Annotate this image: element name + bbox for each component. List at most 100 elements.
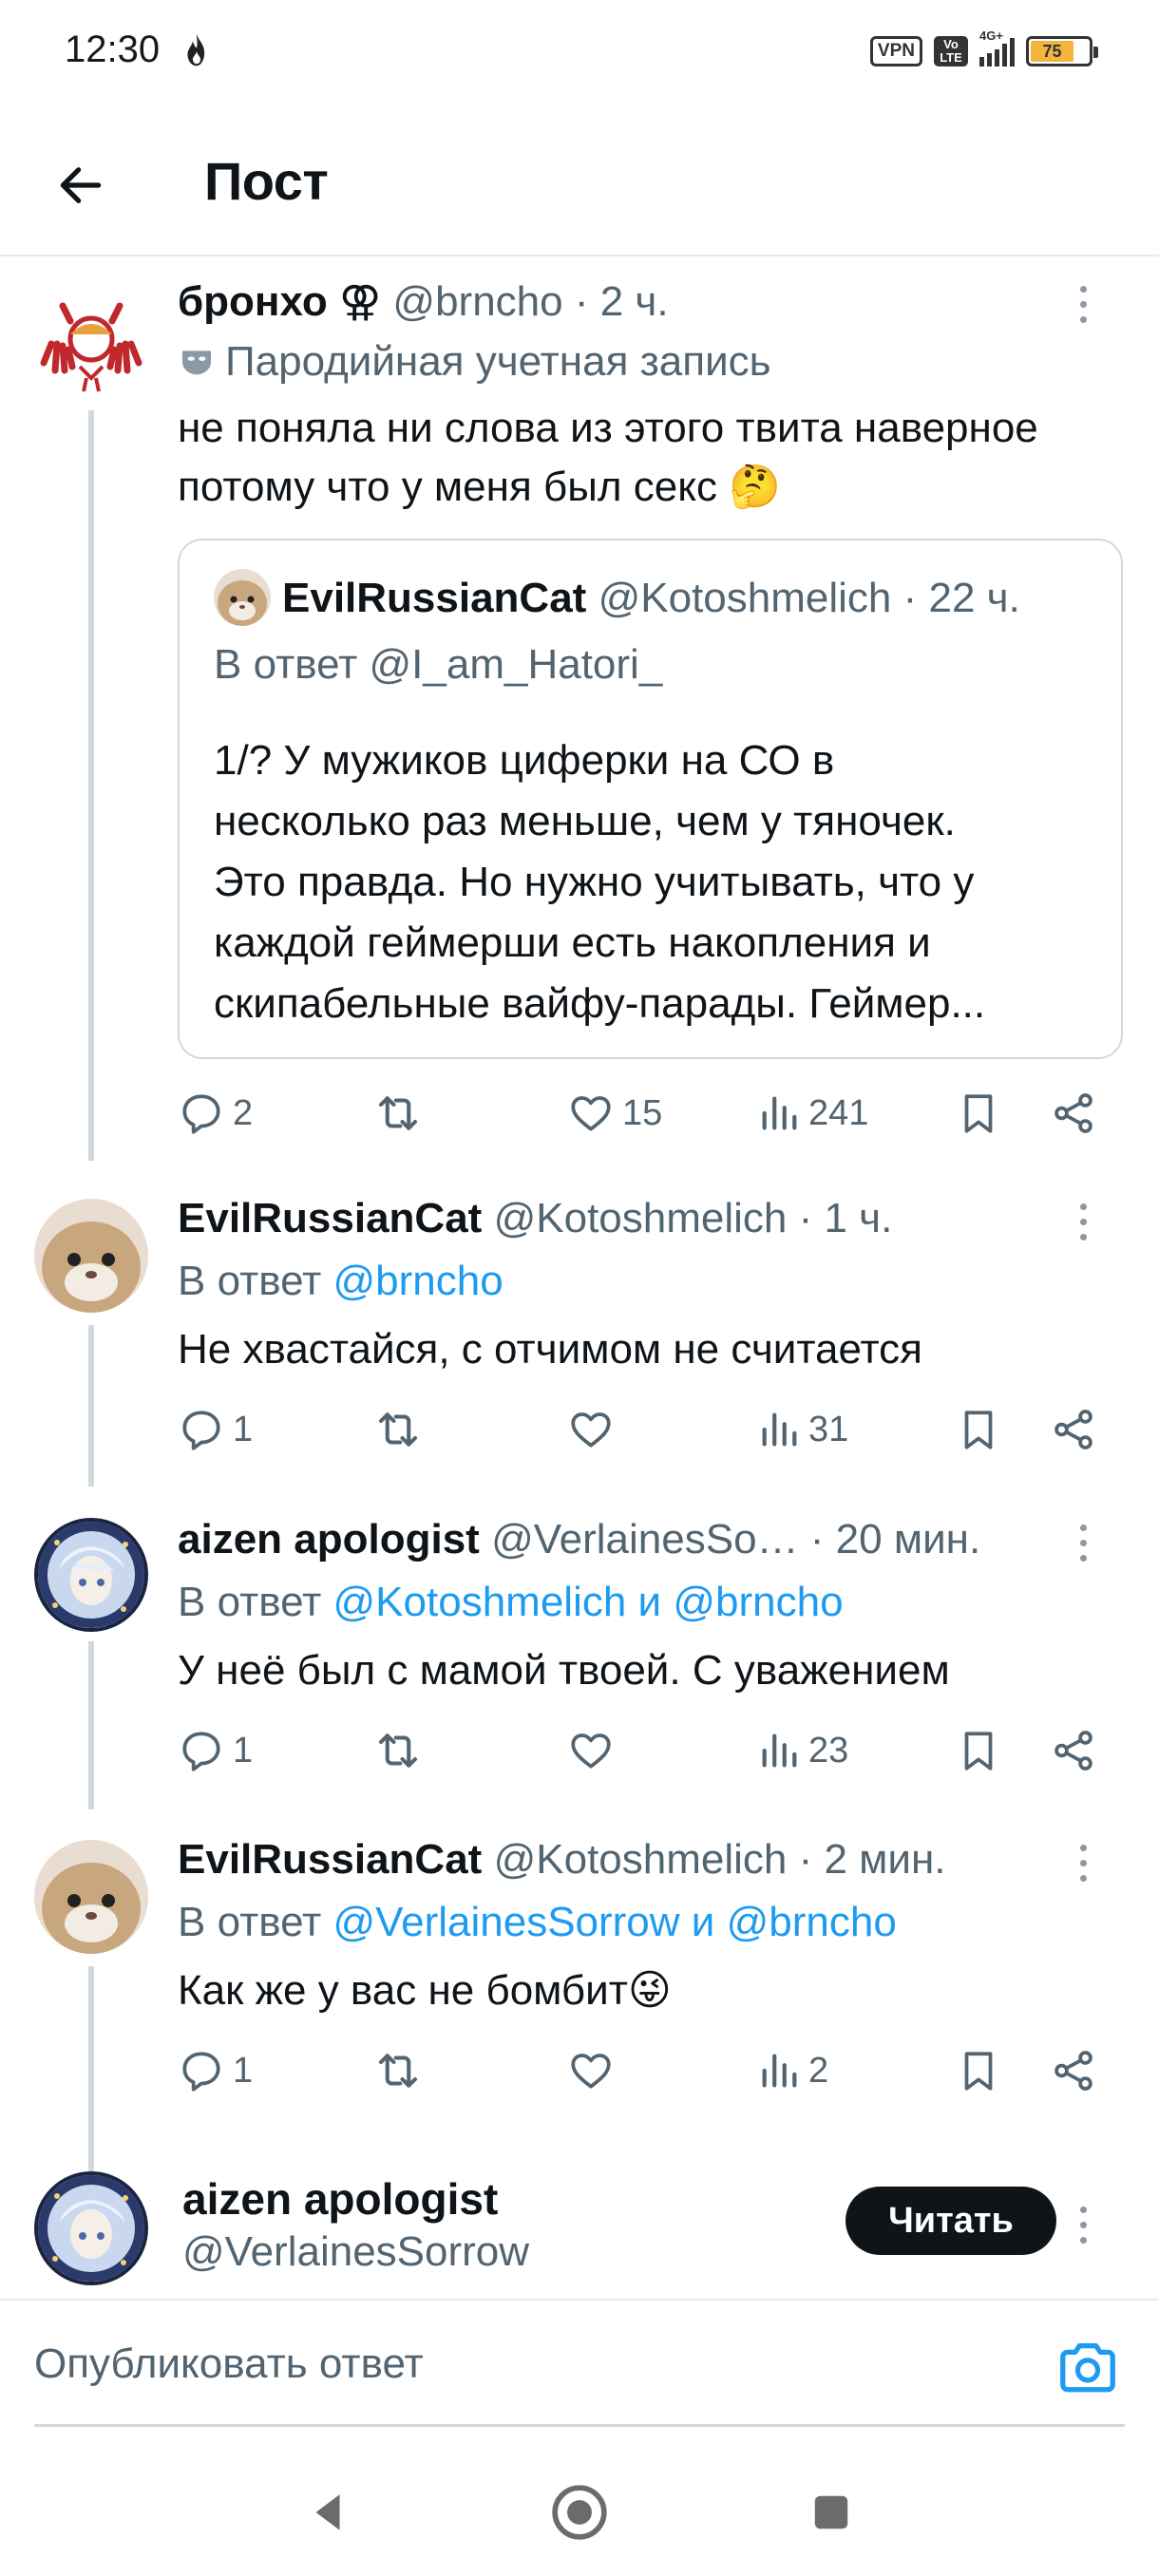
views-count: 23 xyxy=(808,1730,849,1771)
quote-header: EvilRussianCat @Kotoshmelich · 22 ч. xyxy=(282,575,1098,622)
back-button[interactable] xyxy=(48,152,114,218)
parody-label: Пародийная учетная запись xyxy=(178,338,771,386)
reply-button[interactable]: 1 xyxy=(178,1722,253,1779)
system-nav-bar xyxy=(0,2451,1159,2576)
user-handle[interactable]: @Kotoshmelich xyxy=(494,1195,788,1241)
tweet-actions: 1 31 xyxy=(178,1401,1102,1458)
nav-home-button[interactable] xyxy=(546,2479,613,2546)
quote-text-line: 1/? У мужиков циферки на СО в xyxy=(214,737,835,784)
reply-mention-link[interactable]: @Kotoshmelich и @brncho xyxy=(333,1579,844,1625)
quote-display-name: EvilRussianCat xyxy=(282,575,587,621)
views-button[interactable]: 2 xyxy=(757,2042,828,2099)
parody-label-text: Пародийная учетная запись xyxy=(225,338,771,385)
reply-mention-link[interactable]: @VerlainesSorrow и @brncho xyxy=(333,1899,897,1945)
like-button[interactable] xyxy=(567,1722,622,1779)
retweet-icon xyxy=(378,1733,418,1768)
avatar-image xyxy=(34,287,148,401)
share-button[interactable] xyxy=(1050,2042,1097,2099)
display-name[interactable]: EvilRussianCat xyxy=(178,1195,482,1241)
main-tweet[interactable]: бронхо ⚢ @brncho · 2 ч. Пародийная учетн… xyxy=(0,258,1159,1161)
timestamp: · 1 ч. xyxy=(798,1195,893,1241)
reply-tweet[interactable]: EvilRussianCat @Kotoshmelich · 1 ч. В от… xyxy=(0,1168,1159,1487)
like-button[interactable] xyxy=(567,2042,622,2099)
tweet-header: EvilRussianCat @Kotoshmelich · 2 мин. xyxy=(178,1836,1054,1884)
avatar[interactable] xyxy=(34,1518,148,1632)
camera-button[interactable] xyxy=(1054,2335,1121,2401)
display-name[interactable]: бронхо ⚢ xyxy=(178,278,381,325)
share-button[interactable] xyxy=(1050,1722,1097,1779)
views-button[interactable]: 23 xyxy=(757,1722,848,1779)
views-button[interactable]: 241 xyxy=(757,1085,868,1142)
user-handle[interactable]: @Kotoshmelich xyxy=(494,1836,788,1883)
like-button[interactable] xyxy=(567,1401,622,1458)
more-options-button[interactable] xyxy=(1072,2196,1094,2253)
reply-button[interactable]: 1 xyxy=(178,2042,253,2099)
timestamp: · 2 мин. xyxy=(798,1836,946,1883)
more-options-button[interactable] xyxy=(1072,275,1094,332)
retweet-icon xyxy=(378,1412,418,1447)
reply-count: 1 xyxy=(233,2050,254,2091)
views-icon xyxy=(762,1733,797,1768)
display-name[interactable]: aizen apologist xyxy=(178,1516,480,1563)
reply-context: В ответ @VerlainesSorrow и @brncho xyxy=(178,1899,897,1946)
retweet-button[interactable] xyxy=(372,1722,431,1779)
mask-icon xyxy=(182,350,211,375)
profile-user-handle[interactable]: @VerlainesSorrow xyxy=(182,2228,529,2276)
reply-button[interactable]: 1 xyxy=(178,1401,253,1458)
tweet-text: не поняла ни слова из этого твита наверн… xyxy=(178,399,1102,517)
thread-line xyxy=(88,1325,94,1487)
reply-input[interactable]: Опубликовать ответ xyxy=(34,2340,424,2388)
quote-text-line: скипабельные вайфу-парады. Геймер... xyxy=(214,980,986,1027)
user-handle[interactable]: @brncho xyxy=(392,278,562,325)
heart-icon xyxy=(571,1412,611,1448)
bookmark-button[interactable] xyxy=(955,1085,1002,1142)
thread-line xyxy=(88,410,94,1161)
display-name[interactable]: EvilRussianCat xyxy=(178,1836,482,1883)
tweet-actions: 1 2 xyxy=(178,2042,1102,2099)
quote-user-handle: @Kotoshmelich xyxy=(598,575,892,621)
avatar[interactable] xyxy=(34,2171,148,2285)
share-button[interactable] xyxy=(1050,1085,1097,1142)
profile-display-name[interactable]: aizen apologist xyxy=(182,2173,498,2225)
reply-mention-link[interactable]: @brncho xyxy=(333,1258,504,1304)
timestamp: · 2 ч. xyxy=(574,278,669,325)
retweet-icon xyxy=(378,1096,418,1130)
bookmark-button[interactable] xyxy=(955,2042,1002,2099)
retweet-button[interactable] xyxy=(372,2042,431,2099)
quote-avatar xyxy=(214,569,271,626)
share-icon xyxy=(1054,1410,1092,1449)
vpn-icon: VPN xyxy=(869,36,922,66)
cat-avatar-image xyxy=(34,1199,148,1313)
page-title: Пост xyxy=(204,151,329,211)
follow-button[interactable]: Читать xyxy=(846,2187,1056,2255)
quote-text-line: каждой геймерши есть накопления и xyxy=(214,919,931,966)
retweet-button[interactable] xyxy=(372,1401,431,1458)
like-button[interactable]: 15 xyxy=(567,1085,662,1142)
tweet-text: Не хвастайся, с отчимом не считается xyxy=(178,1326,923,1373)
more-options-button[interactable] xyxy=(1072,1514,1094,1571)
views-count: 2 xyxy=(808,2050,829,2091)
avatar[interactable] xyxy=(34,287,148,401)
user-handle[interactable]: @VerlainesSo… xyxy=(491,1516,799,1563)
bookmark-button[interactable] xyxy=(955,1401,1002,1458)
reply-tweet[interactable]: EvilRussianCat @Kotoshmelich · 2 мин. В … xyxy=(0,1809,1159,2213)
nav-back-button[interactable] xyxy=(294,2479,361,2546)
quote-text-line: Это правда. Но нужно учитывать, что у xyxy=(214,859,975,905)
more-options-button[interactable] xyxy=(1072,1834,1094,1891)
reply-button[interactable]: 2 xyxy=(178,1085,253,1142)
quote-timestamp: · 22 ч. xyxy=(902,575,1020,621)
bookmark-button[interactable] xyxy=(955,1722,1002,1779)
share-button[interactable] xyxy=(1050,1401,1097,1458)
status-icons: VPN Vo LTE 4G+ 75 xyxy=(869,28,1098,70)
nav-recents-button[interactable] xyxy=(798,2479,864,2546)
retweet-icon xyxy=(378,2054,418,2088)
quoted-tweet[interactable]: EvilRussianCat @Kotoshmelich · 22 ч. В о… xyxy=(178,539,1123,1059)
avatar[interactable] xyxy=(34,1199,148,1313)
quote-text-line: несколько раз меньше, чем у тяночек. xyxy=(214,798,956,844)
avatar[interactable] xyxy=(34,1840,148,1954)
retweet-button[interactable] xyxy=(372,1085,431,1142)
more-options-button[interactable] xyxy=(1072,1193,1094,1250)
reply-tweet[interactable]: aizen apologist @VerlainesSo… · 20 мин. … xyxy=(0,1489,1159,1809)
views-button[interactable]: 31 xyxy=(757,1401,848,1458)
bookmark-icon xyxy=(964,1732,993,1771)
